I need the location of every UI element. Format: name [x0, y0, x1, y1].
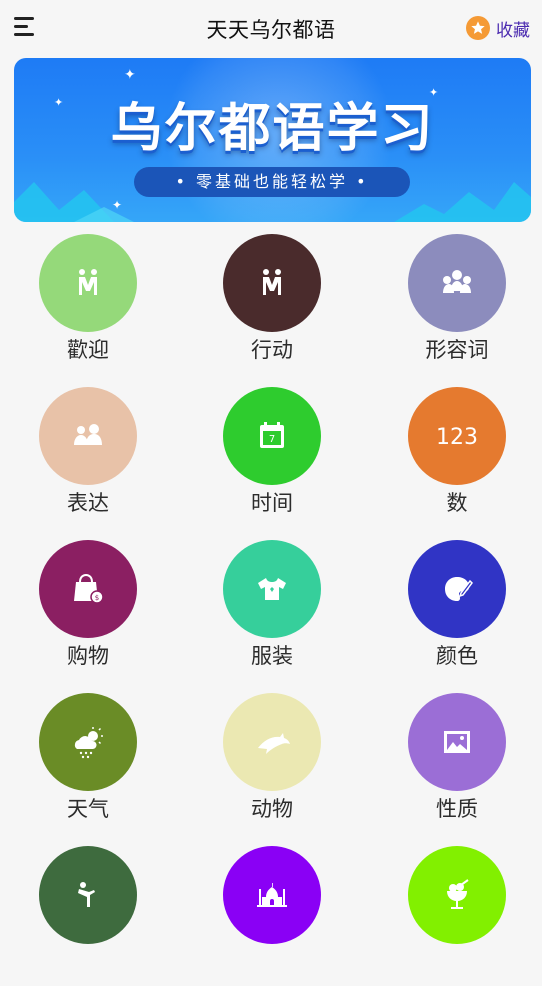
- category-circle: [408, 846, 506, 944]
- category-numbers[interactable]: 123 数: [392, 387, 522, 527]
- category-actions[interactable]: 行动: [207, 234, 337, 374]
- category-circle: [39, 846, 137, 944]
- category-circle: [39, 234, 137, 332]
- shopping-bag-icon: $: [74, 573, 104, 604]
- category-circle: [39, 693, 137, 791]
- category-circle: [223, 540, 321, 638]
- category-circle: [223, 693, 321, 791]
- category-circle: [39, 387, 137, 485]
- sparkle-icon: ✦: [124, 66, 136, 82]
- banner-title: 乌尔都语学习: [110, 99, 435, 159]
- category-welcome[interactable]: 歡迎: [23, 234, 153, 374]
- palette-icon: [445, 577, 473, 601]
- two-people-icon: [79, 269, 97, 295]
- category-circle: $: [39, 540, 137, 638]
- category-expressions[interactable]: 表达: [23, 387, 153, 527]
- category-label: 服装: [251, 644, 293, 668]
- category-label: 时间: [251, 491, 293, 515]
- category-circle: [408, 540, 506, 638]
- category-clothing[interactable]: 服装: [207, 540, 337, 680]
- category-label: 动物: [251, 797, 293, 821]
- favorite-button[interactable]: 收藏: [466, 15, 530, 41]
- star-icon: [466, 16, 490, 40]
- taj-mahal-icon: [257, 883, 287, 907]
- category-label: 天气: [67, 797, 109, 821]
- category-circle: 7: [223, 387, 321, 485]
- category-animals[interactable]: 动物: [207, 693, 337, 833]
- svg-text:7: 7: [269, 434, 275, 445]
- category-label: 表达: [67, 491, 109, 515]
- category-label: 数: [446, 491, 468, 515]
- favorite-label: 收藏: [496, 20, 530, 41]
- svg-text:123: 123: [436, 425, 478, 450]
- app-title: 天天乌尔都语: [206, 18, 336, 42]
- category-label: 性质: [436, 797, 478, 821]
- category-circle: 123: [408, 387, 506, 485]
- app-header: 天天乌尔都语 收藏: [0, 0, 542, 56]
- calendar-icon: 7: [260, 422, 284, 448]
- category-item-14[interactable]: [207, 846, 337, 986]
- category-colors[interactable]: 颜色: [392, 540, 522, 680]
- category-item-13[interactable]: [23, 846, 153, 986]
- picture-icon: [444, 731, 470, 753]
- banner[interactable]: ✦ ✦ ✦ ✦ 乌尔都语学习 • 零基础也能轻松学 •: [14, 58, 531, 222]
- svg-text:$: $: [95, 594, 99, 602]
- couple-icon: [74, 424, 102, 445]
- weather-icon: [74, 727, 103, 759]
- category-adjectives[interactable]: 形容词: [392, 234, 522, 374]
- numbers-icon: 123: [436, 425, 478, 450]
- tshirt-icon: [258, 578, 286, 600]
- person-bowing-icon: [78, 882, 95, 907]
- category-shopping[interactable]: $ 购物: [23, 540, 153, 680]
- group-icon: [443, 270, 471, 293]
- category-label: 行动: [251, 338, 293, 362]
- two-people-icon: [263, 269, 281, 295]
- dolphin-icon: [258, 733, 290, 754]
- dessert-icon: [447, 879, 469, 909]
- category-properties[interactable]: 性质: [392, 693, 522, 833]
- category-circle: [408, 234, 506, 332]
- category-label: 歡迎: [67, 338, 109, 362]
- category-circle: [408, 693, 506, 791]
- category-label: 形容词: [425, 338, 489, 362]
- category-item-15[interactable]: [392, 846, 522, 986]
- category-circle: [223, 846, 321, 944]
- category-circle: [223, 234, 321, 332]
- category-label: 颜色: [436, 644, 478, 668]
- category-label: 购物: [67, 644, 109, 668]
- category-time[interactable]: 7 时间: [207, 387, 337, 527]
- banner-subtitle: • 零基础也能轻松学 •: [134, 167, 410, 197]
- category-weather[interactable]: 天气: [23, 693, 153, 833]
